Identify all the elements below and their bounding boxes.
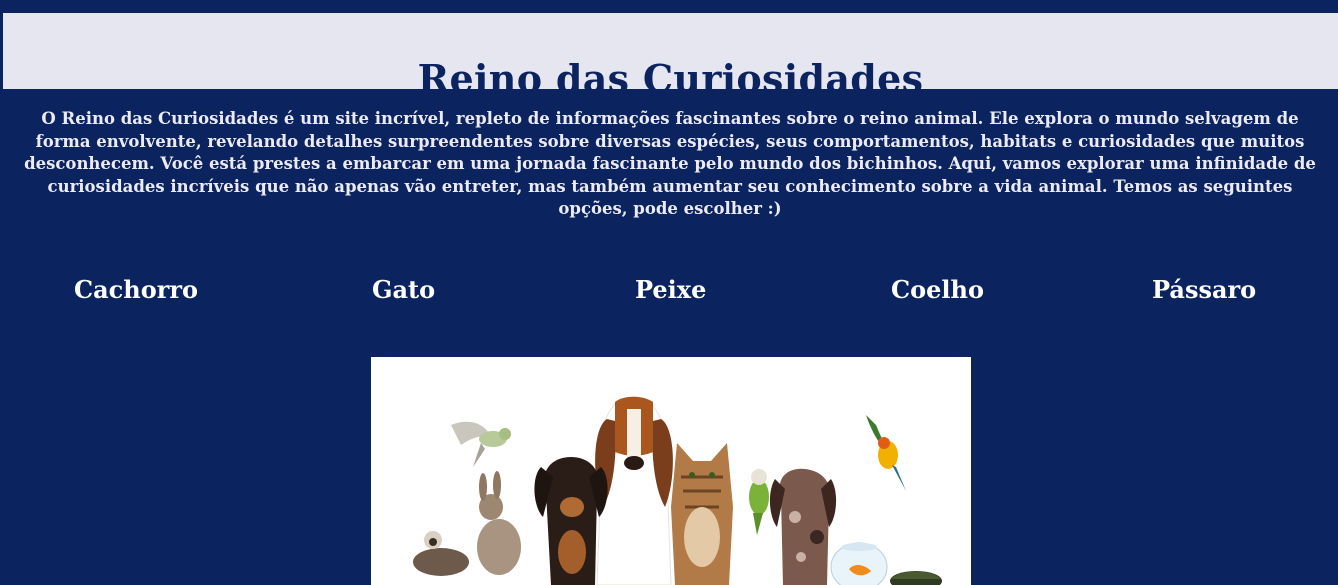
header-band: Reino das Curiosidades: [3, 13, 1338, 101]
nav-link-peixe[interactable]: Peixe: [635, 274, 706, 306]
nav-link-passaro[interactable]: Pássaro: [1152, 274, 1256, 306]
nav-link-coelho[interactable]: Coelho: [891, 274, 984, 306]
pets-illustration: [371, 357, 971, 585]
page-title: Reino das Curiosidades: [417, 56, 924, 101]
intro-paragraph: O Reino das Curiosidades é um site incrí…: [24, 109, 1316, 218]
animal-nav: Cachorro Gato Peixe Coelho Pássaro: [0, 274, 1338, 308]
nav-link-cachorro[interactable]: Cachorro: [74, 274, 198, 306]
tabby-cat: [671, 443, 733, 585]
nav-link-gato[interactable]: Gato: [372, 274, 435, 306]
pets-hero-image: [371, 357, 971, 585]
fishbowl: [830, 542, 888, 585]
